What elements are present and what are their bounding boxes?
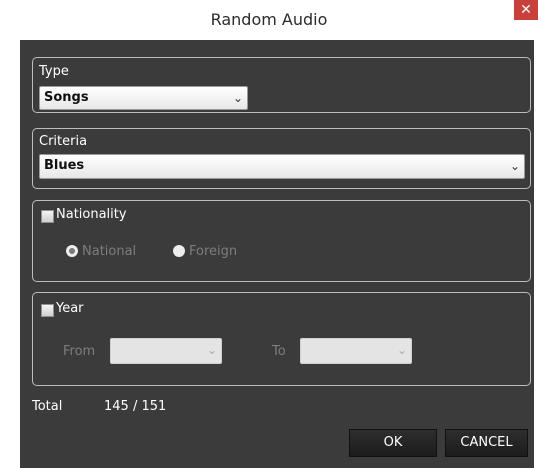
radio-selected-dot: [69, 248, 75, 254]
year-group: [32, 292, 531, 386]
year-label: Year: [56, 301, 84, 316]
to-label: To: [272, 344, 286, 359]
from-select[interactable]: ⌄: [110, 338, 222, 364]
dialog-body: Type Songs ⌄ Criteria Blues ⌄ Nationalit…: [20, 40, 534, 468]
type-select[interactable]: Songs ⌄: [39, 86, 248, 110]
close-icon: ✕: [520, 2, 532, 18]
criteria-select[interactable]: Blues ⌄: [39, 154, 525, 179]
window-title: Random Audio: [210, 10, 328, 29]
nationality-label: Nationality: [56, 207, 127, 222]
year-checkbox[interactable]: [41, 304, 54, 317]
chevron-down-icon: ⌄: [206, 343, 217, 357]
total-label: Total: [32, 399, 63, 414]
type-select-value: Songs: [44, 90, 89, 105]
chevron-down-icon: ⌄: [396, 343, 407, 357]
chevron-down-icon: ⌄: [509, 159, 520, 173]
criteria-select-value: Blues: [44, 158, 85, 173]
close-button[interactable]: ✕: [514, 0, 538, 20]
nationality-checkbox[interactable]: [41, 210, 54, 223]
to-select[interactable]: ⌄: [300, 338, 412, 364]
cancel-button[interactable]: CANCEL: [445, 429, 528, 457]
from-label: From: [63, 344, 96, 359]
title-bar: Random Audio ✕: [0, 0, 538, 40]
national-radio-label: National: [82, 244, 137, 259]
foreign-radio-label: Foreign: [189, 244, 238, 259]
chevron-down-icon: ⌄: [232, 91, 243, 105]
national-radio[interactable]: [66, 245, 78, 257]
criteria-label: Criteria: [39, 134, 88, 149]
foreign-radio[interactable]: [173, 245, 185, 257]
ok-button[interactable]: OK: [349, 429, 437, 457]
total-value: 145 / 151: [104, 399, 167, 414]
type-label: Type: [39, 64, 69, 79]
